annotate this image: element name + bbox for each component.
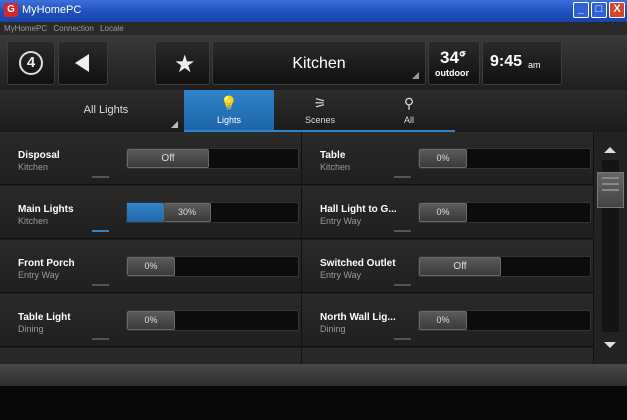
device-tile[interactable]: Hall Light to G... Entry Way 0% — [302, 186, 594, 239]
favorites-button[interactable]: ★ — [155, 41, 210, 85]
tab-lights[interactable]: 💡 Lights — [184, 90, 274, 132]
device-name: Switched Outlet — [320, 258, 396, 269]
window-title: MyHomePC — [22, 4, 82, 16]
filter-dropdown[interactable]: All Lights — [30, 90, 182, 132]
clock-time: 9:45 — [490, 53, 523, 70]
slider-knob[interactable]: 0% — [127, 311, 175, 330]
device-room: Entry Way — [320, 270, 362, 280]
slider-knob[interactable]: Off — [419, 257, 501, 276]
slider-knob[interactable]: 0% — [419, 311, 467, 330]
scenes-icon: ⚞ — [313, 95, 327, 111]
device-room: Dining — [320, 324, 346, 334]
status-indicator — [394, 230, 411, 232]
status-indicator — [394, 284, 411, 286]
slider-knob[interactable]: 0% — [419, 149, 467, 168]
list-scrollbar[interactable] — [594, 132, 627, 364]
device-slider[interactable]: Off — [418, 256, 591, 277]
device-tile[interactable]: Switched Outlet Entry Way Off — [302, 240, 594, 293]
device-tile[interactable] — [302, 348, 594, 364]
status-indicator — [394, 338, 411, 340]
back-arrow-icon — [75, 54, 89, 72]
device-name: Table — [320, 150, 346, 161]
device-name: Disposal — [18, 150, 60, 161]
device-slider[interactable]: 0% — [418, 148, 591, 169]
device-name: Table Light — [18, 312, 71, 323]
device-room: Kitchen — [320, 162, 351, 172]
device-name: Main Lights — [18, 204, 74, 215]
all-devices-icon: ⚲ — [403, 95, 415, 111]
device-tile[interactable]: Table Light Dining 0% — [0, 294, 302, 347]
device-room: Kitchen — [18, 162, 49, 172]
tab-label: All — [403, 115, 414, 125]
temperature-label: outdoor — [435, 68, 469, 78]
menu-item-locale[interactable]: Locale — [100, 22, 124, 35]
device-tile[interactable]: Main Lights Kitchen 30% — [0, 186, 302, 239]
tab-bar: All Lights 💡 Lights ⚞ Scenes ⚲ All — [0, 90, 627, 132]
home-logo-icon: 4 — [19, 51, 43, 75]
dropdown-corner-icon — [412, 72, 419, 79]
device-slider[interactable]: 0% — [126, 256, 299, 277]
device-tile[interactable]: Front Porch Entry Way 0% — [0, 240, 302, 293]
device-room: Entry Way — [320, 216, 362, 226]
minimize-button[interactable]: _ — [573, 2, 589, 18]
dropdown-corner-icon — [171, 121, 178, 128]
room-selector[interactable]: Kitchen — [212, 41, 426, 85]
app-logo-icon: G — [4, 3, 18, 17]
tab-label: Scenes — [304, 115, 336, 125]
device-name: Hall Light to G... — [320, 204, 397, 215]
device-list: Disposal Kitchen Off Table Kitchen 0% Ma… — [0, 132, 594, 364]
status-indicator — [92, 284, 109, 286]
bottom-area — [0, 386, 627, 420]
menu-item-connection[interactable]: Connection — [53, 22, 93, 35]
top-toolbar: 4 ★ Kitchen 34° F outdoor 9:45 am — [0, 35, 627, 91]
scroll-down-icon[interactable] — [604, 342, 616, 348]
device-room: Kitchen — [18, 216, 49, 226]
device-tile[interactable]: Disposal Kitchen Off — [0, 132, 302, 185]
slider-fill — [127, 203, 163, 222]
star-icon: ★ — [174, 51, 196, 78]
home-button[interactable]: 4 — [7, 41, 55, 85]
device-slider[interactable]: Off — [126, 148, 299, 169]
maximize-button[interactable]: □ — [591, 2, 607, 18]
lightbulb-icon: 💡 — [220, 95, 238, 111]
slider-knob[interactable]: 0% — [419, 203, 467, 222]
clock-ampm: am — [528, 60, 541, 70]
title-bar[interactable]: G MyHomePC _ □ X — [0, 0, 627, 22]
clock-widget: 9:45 am — [482, 41, 562, 85]
tab-label: Lights — [216, 115, 242, 125]
room-label: Kitchen — [292, 55, 346, 72]
device-slider[interactable]: 0% — [418, 310, 591, 331]
filter-label: All Lights — [83, 104, 129, 116]
tab-all[interactable]: ⚲ All — [365, 90, 453, 132]
status-indicator — [92, 338, 109, 340]
device-name: North Wall Lig... — [320, 312, 396, 323]
device-tile[interactable] — [0, 348, 302, 364]
device-name: Front Porch — [18, 258, 75, 269]
scroll-thumb[interactable] — [597, 172, 624, 208]
device-slider[interactable]: 0% — [126, 310, 299, 331]
weather-widget[interactable]: 34° F outdoor — [428, 41, 480, 85]
device-tile[interactable]: North Wall Lig... Dining 0% — [302, 294, 594, 347]
back-button[interactable] — [58, 41, 108, 85]
tab-scenes[interactable]: ⚞ Scenes — [275, 90, 365, 132]
device-tile[interactable]: Table Kitchen 0% — [302, 132, 594, 185]
status-indicator — [394, 176, 411, 178]
slider-knob[interactable]: 30% — [163, 203, 211, 222]
menu-item-myhomepc[interactable]: MyHomePC — [4, 22, 47, 35]
app-window: G MyHomePC _ □ X MyHomePC Connection Loc… — [0, 0, 627, 420]
scroll-up-icon[interactable] — [604, 147, 616, 153]
status-indicator — [92, 176, 109, 178]
bottom-bar — [0, 364, 627, 386]
slider-knob[interactable]: 0% — [127, 257, 175, 276]
device-slider[interactable]: 30% — [126, 202, 299, 223]
slider-knob[interactable]: Off — [127, 149, 209, 168]
device-slider[interactable]: 0% — [418, 202, 591, 223]
close-button[interactable]: X — [609, 2, 625, 18]
device-room: Dining — [18, 324, 44, 334]
temperature-unit: F — [462, 51, 467, 58]
status-indicator — [92, 230, 109, 232]
device-room: Entry Way — [18, 270, 60, 280]
menu-bar: MyHomePC Connection Locale — [0, 22, 627, 35]
